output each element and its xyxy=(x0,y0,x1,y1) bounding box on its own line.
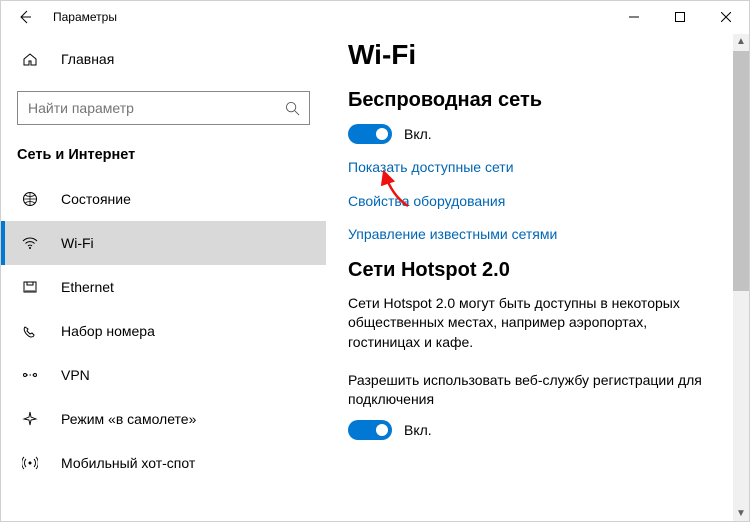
sidebar-item-label: Ethernet xyxy=(61,279,114,295)
hotspot-icon xyxy=(19,455,41,471)
sidebar-item-label: Wi-Fi xyxy=(61,235,94,251)
arrow-left-icon xyxy=(17,9,33,25)
vpn-icon xyxy=(19,367,41,383)
home-icon xyxy=(19,51,41,67)
sidebar-home[interactable]: Главная xyxy=(1,39,326,79)
toggle-knob xyxy=(376,424,388,436)
sidebar-item-status[interactable]: Состояние xyxy=(1,177,326,221)
wireless-heading: Беспроводная сеть xyxy=(348,89,719,112)
scrollbar[interactable]: ▲ ▼ xyxy=(733,34,749,521)
sidebar-item-label: Набор номера xyxy=(61,323,155,339)
status-icon xyxy=(19,191,41,207)
search-box[interactable] xyxy=(17,91,310,125)
sidebar-item-ethernet[interactable]: Ethernet xyxy=(1,265,326,309)
minimize-icon xyxy=(629,12,639,22)
close-icon xyxy=(721,12,731,22)
sidebar-section-heading: Сеть и Интернет xyxy=(1,137,326,177)
sidebar: Главная Сеть и Интернет Состояние xyxy=(1,33,326,521)
wifi-toggle-row: Вкл. xyxy=(348,124,719,144)
link-show-networks[interactable]: Показать доступные сети xyxy=(348,158,719,178)
hotspot-toggle-label: Вкл. xyxy=(404,422,432,438)
wifi-links: Показать доступные сети Свойства оборудо… xyxy=(348,158,719,245)
sidebar-item-label: VPN xyxy=(61,367,90,383)
page-title: Wi-Fi xyxy=(348,39,719,71)
dialup-icon xyxy=(19,323,41,339)
minimize-button[interactable] xyxy=(611,1,657,33)
hotspot-description: Сети Hotspot 2.0 могут быть доступны в н… xyxy=(348,294,719,353)
link-manage-known[interactable]: Управление известными сетями xyxy=(348,225,719,245)
search-icon xyxy=(275,101,309,116)
sidebar-item-hotspot[interactable]: Мобильный хот-спот xyxy=(1,441,326,485)
close-button[interactable] xyxy=(703,1,749,33)
window-title: Параметры xyxy=(53,10,117,24)
scroll-up-icon[interactable]: ▲ xyxy=(736,34,746,49)
sidebar-item-label: Состояние xyxy=(61,191,131,207)
hotspot-allow-text: Разрешить использовать веб-службу регист… xyxy=(348,371,719,410)
back-button[interactable] xyxy=(1,1,49,33)
hotspot-toggle[interactable] xyxy=(348,420,392,440)
wifi-toggle-label: Вкл. xyxy=(404,126,432,142)
sidebar-item-dialup[interactable]: Набор номера xyxy=(1,309,326,353)
sidebar-item-airplane-mode[interactable]: Режим «в самолете» xyxy=(1,397,326,441)
scroll-down-icon[interactable]: ▼ xyxy=(736,506,746,521)
titlebar: Параметры xyxy=(1,1,749,33)
sidebar-item-label: Мобильный хот-спот xyxy=(61,455,195,471)
hotspot-toggle-row: Вкл. xyxy=(348,420,719,440)
link-hardware-props[interactable]: Свойства оборудования xyxy=(348,192,719,212)
maximize-button[interactable] xyxy=(657,1,703,33)
toggle-knob xyxy=(376,128,388,140)
content-area: Wi-Fi Беспроводная сеть Вкл. Показать до… xyxy=(326,33,749,521)
window-body: Главная Сеть и Интернет Состояние xyxy=(1,33,749,521)
sidebar-item-label: Режим «в самолете» xyxy=(61,411,196,427)
sidebar-item-vpn[interactable]: VPN xyxy=(1,353,326,397)
airplane-icon xyxy=(19,411,41,427)
maximize-icon xyxy=(675,12,685,22)
ethernet-icon xyxy=(19,279,41,295)
hotspot-heading: Сети Hotspot 2.0 xyxy=(348,259,719,282)
sidebar-nav: Состояние Wi-Fi Ethernet xyxy=(1,177,326,521)
sidebar-item-wifi[interactable]: Wi-Fi xyxy=(1,221,326,265)
wifi-toggle[interactable] xyxy=(348,124,392,144)
search-input[interactable] xyxy=(18,100,275,116)
scroll-thumb[interactable] xyxy=(733,51,749,291)
settings-window: Параметры Главная Се xyxy=(0,0,750,522)
sidebar-home-label: Главная xyxy=(61,51,114,67)
wifi-icon xyxy=(19,235,41,251)
